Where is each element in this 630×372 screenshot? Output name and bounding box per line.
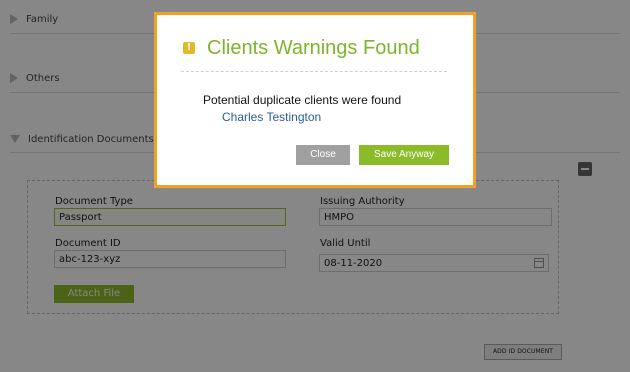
duplicate-client-link[interactable]: Charles Testington [222,110,321,124]
warning-icon: ! [183,42,195,54]
divider [181,71,447,72]
dialog-title: Clients Warnings Found [207,37,420,59]
save-anyway-button[interactable]: Save Anyway [359,145,449,165]
close-button[interactable]: Close [296,145,350,165]
clients-warning-dialog: ! Clients Warnings Found Potential dupli… [154,12,476,188]
dialog-message: Potential duplicate clients were found [203,93,402,107]
